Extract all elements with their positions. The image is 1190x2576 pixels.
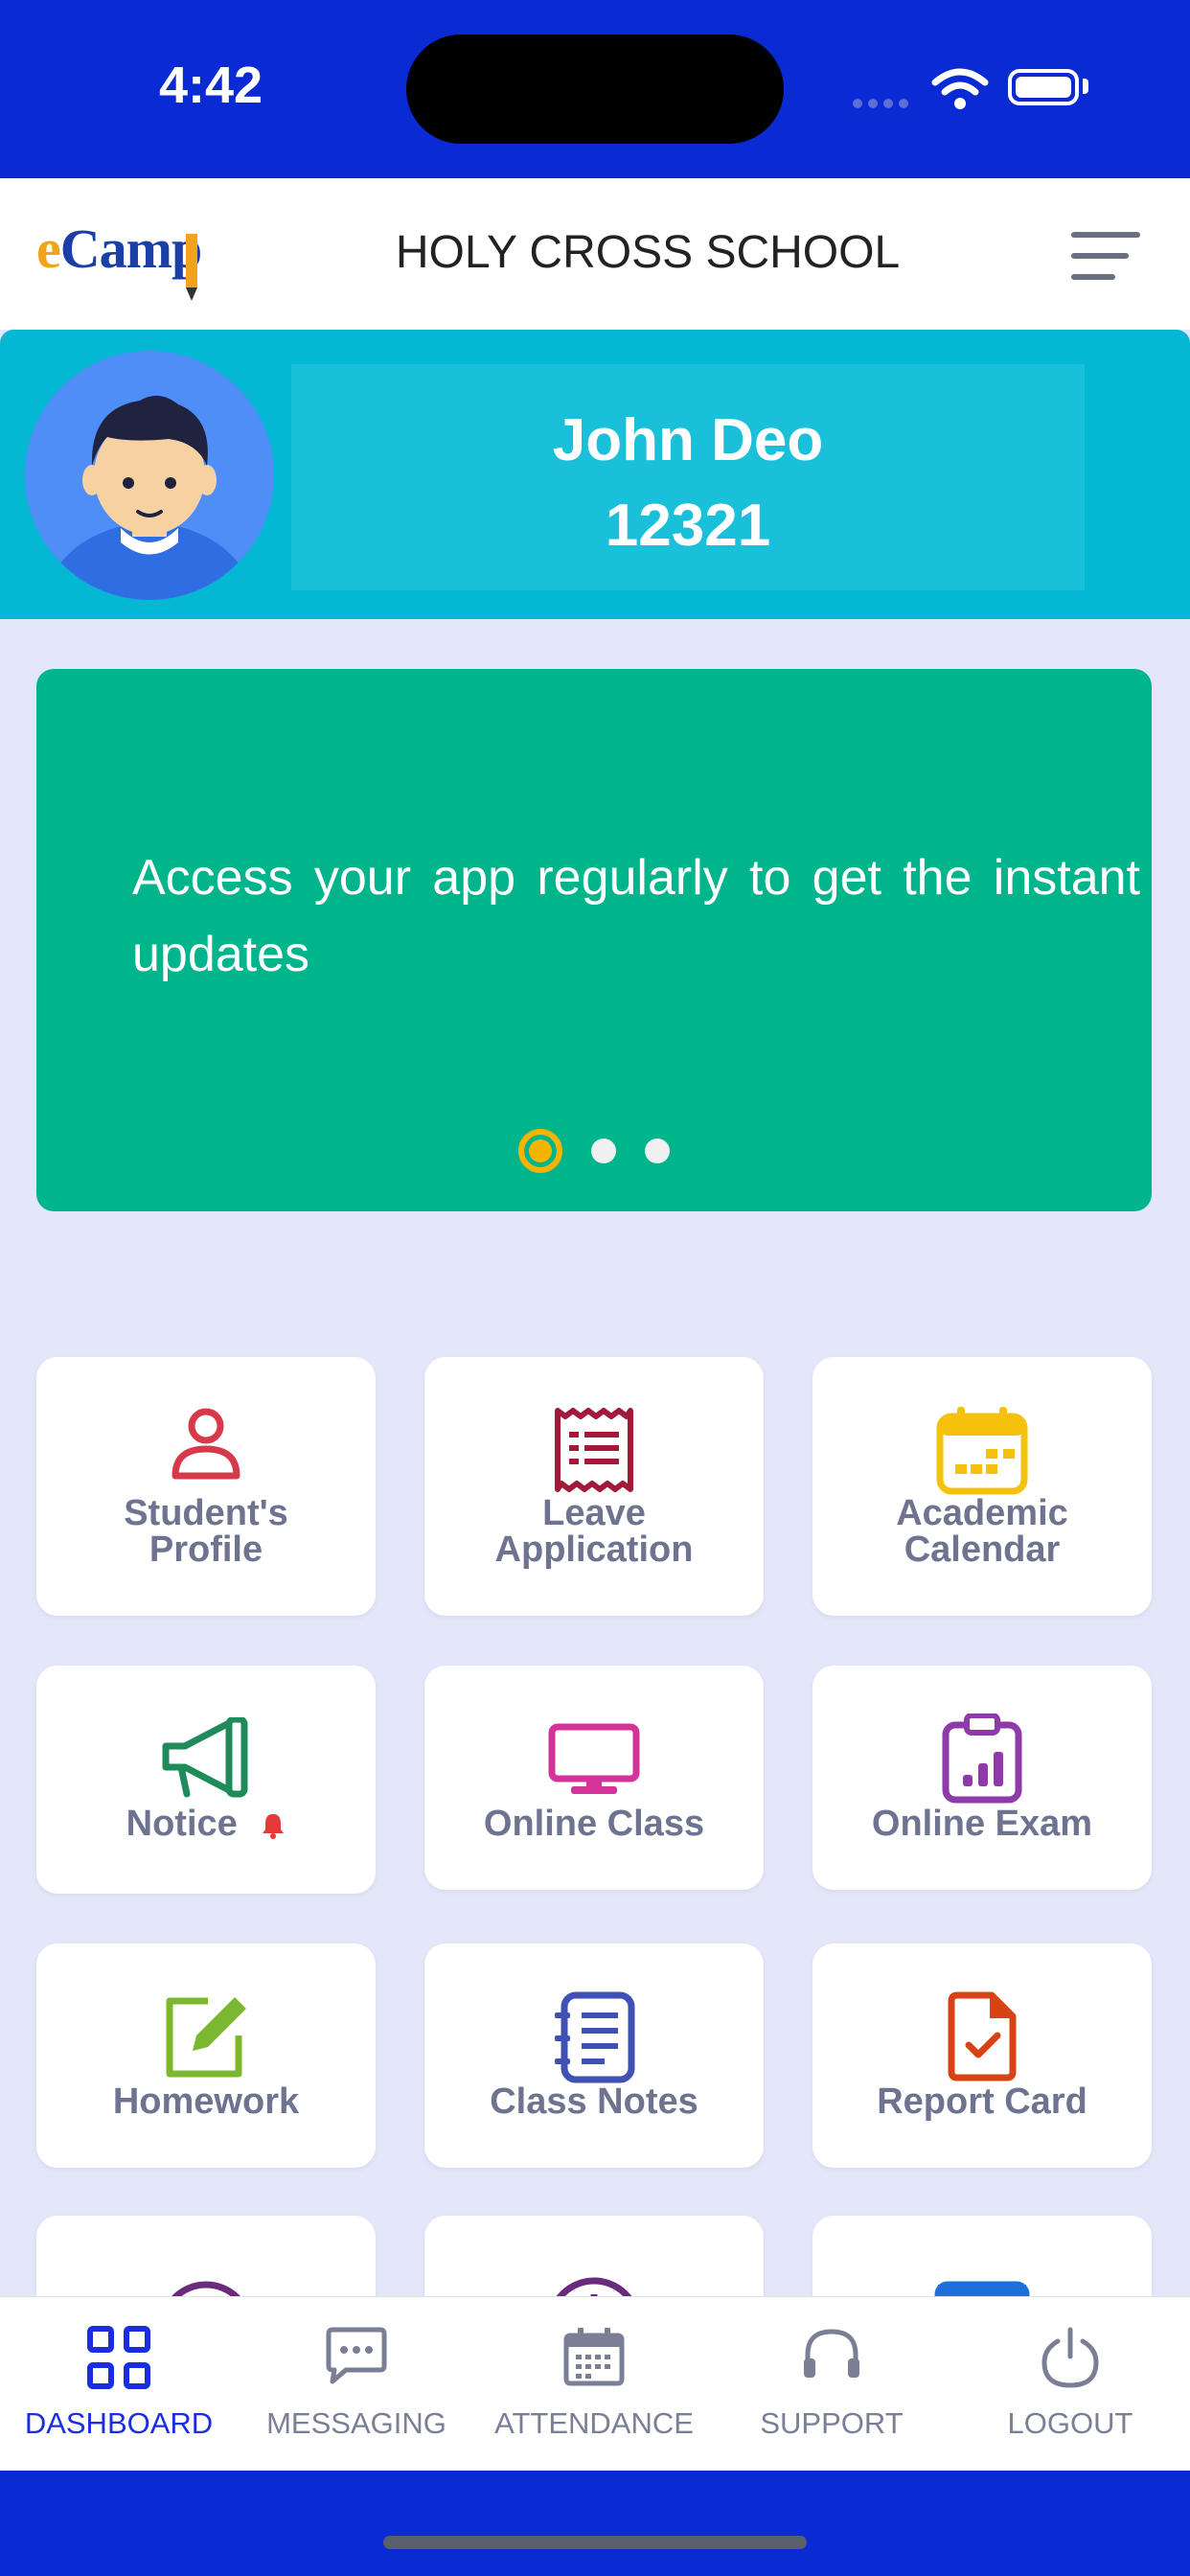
tile-label: Online Class — [483, 1804, 705, 1844]
tile-notice[interactable]: Notice — [36, 1666, 376, 1894]
tile-leave-application[interactable]: Leave Application — [424, 1357, 764, 1616]
grid-icon — [0, 2326, 238, 2394]
tile-label-line1: Leave — [542, 1493, 646, 1533]
avatar[interactable] — [25, 351, 274, 600]
document-check-icon — [812, 1991, 1152, 2086]
user-icon — [36, 1405, 376, 1486]
tile-label-line2: Application — [494, 1530, 694, 1570]
nav-logout[interactable]: LOGOUT — [950, 2297, 1190, 2472]
bottom-navigation: DASHBOARD MESSAGING ATTENDANCE SUPPORT L… — [0, 2296, 1190, 2472]
battery-tip — [1083, 79, 1088, 94]
avatar-illustration — [44, 395, 255, 600]
carousel-dot-3[interactable] — [645, 1138, 670, 1163]
status-time: 4:42 — [159, 57, 263, 114]
banner-text: Access your app regularly to get the ins… — [132, 850, 1140, 982]
calendar-icon — [475, 2326, 713, 2392]
nav-attendance[interactable]: ATTENDANCE — [475, 2297, 713, 2472]
nav-label: MESSAGING — [266, 2406, 446, 2440]
receipt-icon — [424, 1407, 764, 1498]
megaphone-icon — [36, 1715, 376, 1803]
tile-academic-calendar[interactable]: Academic Calendar — [812, 1357, 1152, 1616]
tile-label-line2: Calendar — [904, 1530, 1061, 1570]
profile-card[interactable]: John Deo 12321 — [0, 330, 1190, 619]
tile-label-line1: Student's — [124, 1493, 288, 1533]
nav-label: SUPPORT — [760, 2406, 904, 2440]
wifi-icon — [931, 67, 989, 116]
app-header: eCamp HOLY CROSS SCHOOL — [0, 178, 1190, 330]
nav-dashboard[interactable]: DASHBOARD — [0, 2297, 238, 2472]
tile-report-card[interactable]: Report Card — [812, 1944, 1152, 2168]
carousel-dots — [36, 1129, 1152, 1173]
student-info: John Deo 12321 — [291, 364, 1085, 590]
battery-icon — [1008, 69, 1079, 105]
nav-support[interactable]: SUPPORT — [713, 2297, 950, 2472]
carousel-dot-2[interactable] — [591, 1138, 616, 1163]
student-name: John Deo — [552, 407, 824, 473]
tile-label: Online Exam — [871, 1804, 1093, 1844]
tile-label: Homework — [112, 2082, 300, 2122]
tile-class-notes[interactable]: Class Notes — [424, 1944, 764, 2168]
tile-homework[interactable]: Homework — [36, 1944, 376, 2168]
calendar-icon — [812, 1405, 1152, 1500]
nav-label: DASHBOARD — [24, 2406, 214, 2440]
nav-label: ATTENDANCE — [494, 2406, 694, 2440]
edit-icon — [36, 1993, 376, 2084]
clipboard-chart-icon — [812, 1713, 1152, 1808]
tile-label-line2: Profile — [149, 1530, 263, 1570]
tile-label: Report Card — [877, 2082, 1087, 2122]
menu-icon[interactable] — [1071, 232, 1140, 280]
tile-students-profile[interactable]: Student's Profile — [36, 1357, 376, 1616]
app-screen: 4:42 eCamp HOLY CROSS SCHOOL John Deo 12… — [0, 0, 1190, 2576]
chat-icon — [238, 2326, 475, 2390]
tile-notice-label: Notice — [36, 1806, 376, 1842]
power-icon — [950, 2326, 1190, 2394]
student-id: 12321 — [605, 493, 771, 559]
nav-messaging[interactable]: MESSAGING — [238, 2297, 475, 2472]
home-indicator-area — [0, 2471, 1190, 2576]
bell-badge-icon — [263, 1814, 285, 1839]
tile-label: Class Notes — [490, 2082, 698, 2122]
nav-label: LOGOUT — [1007, 2406, 1133, 2440]
notes-list-icon — [424, 1991, 764, 2088]
tile-online-exam[interactable]: Online Exam — [812, 1666, 1152, 1890]
signal-icon — [853, 96, 914, 113]
headset-icon — [713, 2326, 950, 2392]
carousel-dot-1[interactable] — [518, 1129, 562, 1173]
announcement-banner[interactable]: Access your app regularly to get the ins… — [36, 669, 1152, 1211]
tile-label-line1: Academic — [896, 1493, 1068, 1533]
tile-online-class[interactable]: Online Class — [424, 1666, 764, 1890]
school-name: HOLY CROSS SCHOOL — [395, 227, 901, 278]
dynamic-island — [406, 34, 784, 144]
monitor-icon — [424, 1723, 764, 1801]
status-bar: 4:42 — [0, 0, 1190, 178]
home-indicator[interactable] — [383, 2536, 807, 2549]
tile-label: Notice — [126, 1804, 238, 1844]
